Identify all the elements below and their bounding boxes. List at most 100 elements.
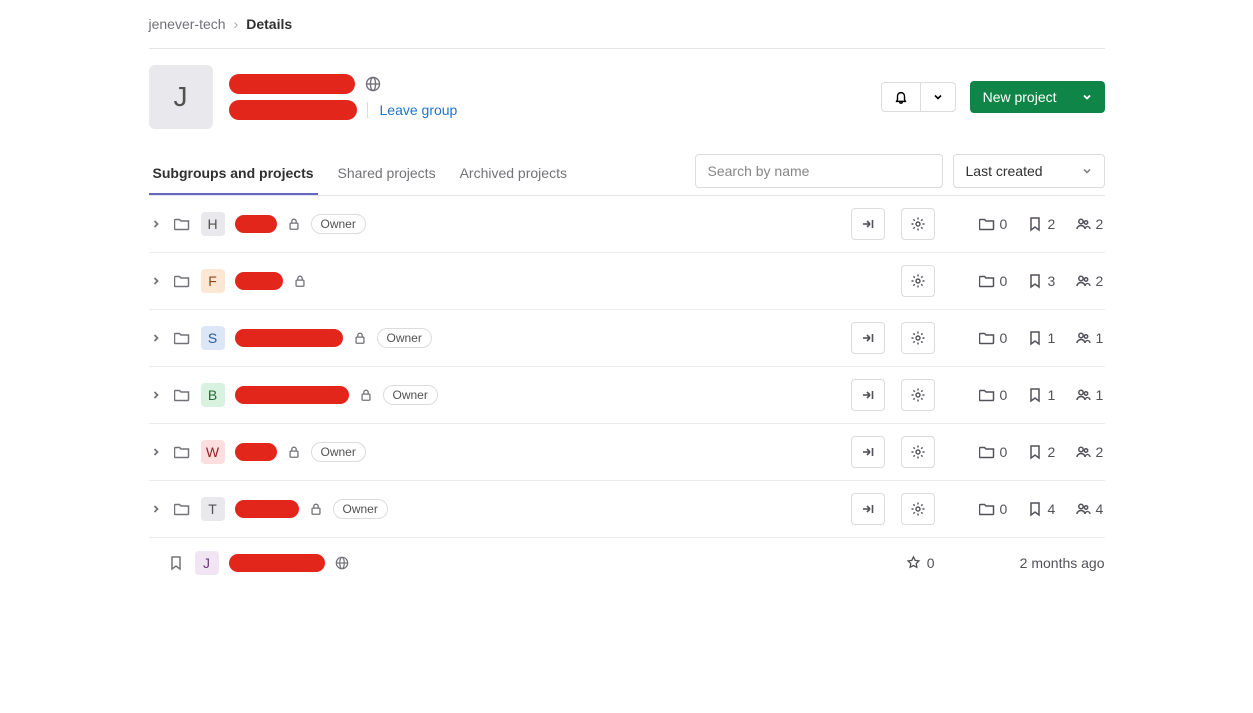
group-row: WOwner022 bbox=[149, 424, 1105, 481]
fork-button[interactable] bbox=[851, 436, 885, 468]
members-count: 2 bbox=[1075, 444, 1105, 460]
item-avatar: H bbox=[201, 212, 225, 236]
item-name-redacted[interactable] bbox=[235, 215, 277, 233]
members-count: 4 bbox=[1075, 501, 1105, 517]
folder-icon bbox=[173, 273, 191, 289]
search-input[interactable] bbox=[695, 154, 943, 188]
projects-count: 3 bbox=[1027, 273, 1057, 289]
project-row: J 0 2 months ago bbox=[149, 538, 1105, 587]
lock-icon bbox=[287, 445, 301, 459]
fork-button[interactable] bbox=[851, 379, 885, 411]
item-name-redacted[interactable] bbox=[235, 443, 277, 461]
item-avatar: S bbox=[201, 326, 225, 350]
members-count: 1 bbox=[1075, 330, 1105, 346]
sort-selected-label: Last created bbox=[966, 163, 1043, 179]
role-badge: Owner bbox=[333, 499, 388, 519]
breadcrumb-parent[interactable]: jenever-tech bbox=[149, 16, 226, 32]
subgroups-count: 0 bbox=[979, 444, 1009, 460]
chevron-down-icon bbox=[1082, 166, 1092, 176]
new-project-button[interactable]: New project bbox=[970, 81, 1070, 113]
chevron-right-icon: › bbox=[234, 16, 239, 32]
group-subtitle-redacted bbox=[229, 100, 357, 120]
expand-toggle[interactable] bbox=[149, 447, 163, 457]
folder-icon bbox=[173, 387, 191, 403]
group-title-redacted bbox=[229, 74, 355, 94]
expand-toggle[interactable] bbox=[149, 276, 163, 286]
role-badge: Owner bbox=[383, 385, 438, 405]
fork-button[interactable] bbox=[851, 208, 885, 240]
subgroups-count: 0 bbox=[979, 216, 1009, 232]
folder-icon bbox=[173, 330, 191, 346]
settings-button[interactable] bbox=[901, 436, 935, 468]
item-avatar: B bbox=[201, 383, 225, 407]
expand-toggle[interactable] bbox=[149, 390, 163, 400]
subgroups-count: 0 bbox=[979, 501, 1009, 517]
group-row: HOwner022 bbox=[149, 196, 1105, 253]
stars-count: 0 bbox=[906, 555, 935, 571]
group-row: S Owner 0 1 1 bbox=[149, 310, 1105, 367]
sort-dropdown[interactable]: Last created bbox=[953, 154, 1105, 188]
tabs-row: Subgroups and projects Shared projects A… bbox=[149, 153, 1105, 196]
role-badge: Owner bbox=[377, 328, 432, 348]
item-name-redacted[interactable] bbox=[235, 386, 349, 404]
item-name-redacted[interactable] bbox=[229, 554, 325, 572]
item-stats: 022 bbox=[965, 216, 1105, 232]
role-badge: Owner bbox=[311, 214, 366, 234]
expand-toggle[interactable] bbox=[149, 219, 163, 229]
globe-icon bbox=[335, 556, 349, 570]
globe-icon bbox=[365, 76, 381, 92]
items-list: HOwner022F032SOwner011BOwner011WOwner022… bbox=[149, 196, 1105, 587]
item-stats: 0 1 1 bbox=[965, 387, 1105, 403]
folder-icon bbox=[173, 216, 191, 232]
lock-icon bbox=[293, 274, 307, 288]
item-name-redacted[interactable] bbox=[235, 329, 343, 347]
leave-group-link[interactable]: Leave group bbox=[367, 102, 458, 118]
subgroups-count: 0 bbox=[979, 387, 1009, 403]
projects-count: 1 bbox=[1027, 330, 1057, 346]
expand-toggle[interactable] bbox=[149, 504, 163, 514]
item-avatar: W bbox=[201, 440, 225, 464]
settings-button[interactable] bbox=[901, 379, 935, 411]
chevron-down-icon[interactable] bbox=[921, 82, 956, 112]
bell-icon[interactable] bbox=[881, 82, 921, 112]
item-stats: 044 bbox=[965, 501, 1105, 517]
tab-shared[interactable]: Shared projects bbox=[334, 153, 440, 195]
new-project-group: New project bbox=[970, 81, 1105, 113]
folder-icon bbox=[173, 501, 191, 517]
members-count: 1 bbox=[1075, 387, 1105, 403]
settings-button[interactable] bbox=[901, 265, 935, 297]
notifications-dropdown[interactable] bbox=[881, 82, 956, 112]
projects-count: 2 bbox=[1027, 216, 1057, 232]
item-stats: 0 3 2 bbox=[965, 273, 1105, 289]
breadcrumb: jenever-tech › Details bbox=[149, 0, 1105, 48]
subgroups-count: 0 bbox=[979, 273, 1009, 289]
group-avatar: J bbox=[149, 65, 213, 129]
fork-button[interactable] bbox=[851, 493, 885, 525]
tab-subgroups[interactable]: Subgroups and projects bbox=[149, 153, 318, 195]
item-avatar: T bbox=[201, 497, 225, 521]
item-name-redacted[interactable] bbox=[235, 272, 283, 290]
tab-archived[interactable]: Archived projects bbox=[456, 153, 571, 195]
item-avatar: J bbox=[195, 551, 219, 575]
bookmark-icon bbox=[167, 555, 185, 571]
item-stats: 0 1 1 bbox=[965, 330, 1105, 346]
settings-button[interactable] bbox=[901, 208, 935, 240]
new-project-dropdown[interactable] bbox=[1070, 81, 1105, 113]
folder-icon bbox=[173, 444, 191, 460]
lock-icon bbox=[353, 331, 367, 345]
group-row: TOwner044 bbox=[149, 481, 1105, 538]
time-ago: 2 months ago bbox=[965, 555, 1105, 571]
subgroups-count: 0 bbox=[979, 330, 1009, 346]
settings-button[interactable] bbox=[901, 493, 935, 525]
fork-button[interactable] bbox=[851, 322, 885, 354]
projects-count: 1 bbox=[1027, 387, 1057, 403]
members-count: 2 bbox=[1075, 273, 1105, 289]
group-row: F032 bbox=[149, 253, 1105, 310]
projects-count: 2 bbox=[1027, 444, 1057, 460]
lock-icon bbox=[359, 388, 373, 402]
item-stats: 0 2 2 bbox=[965, 444, 1105, 460]
item-name-redacted[interactable] bbox=[235, 500, 299, 518]
settings-button[interactable] bbox=[901, 322, 935, 354]
expand-toggle[interactable] bbox=[149, 333, 163, 343]
group-row: B Owner 0 1 1 bbox=[149, 367, 1105, 424]
